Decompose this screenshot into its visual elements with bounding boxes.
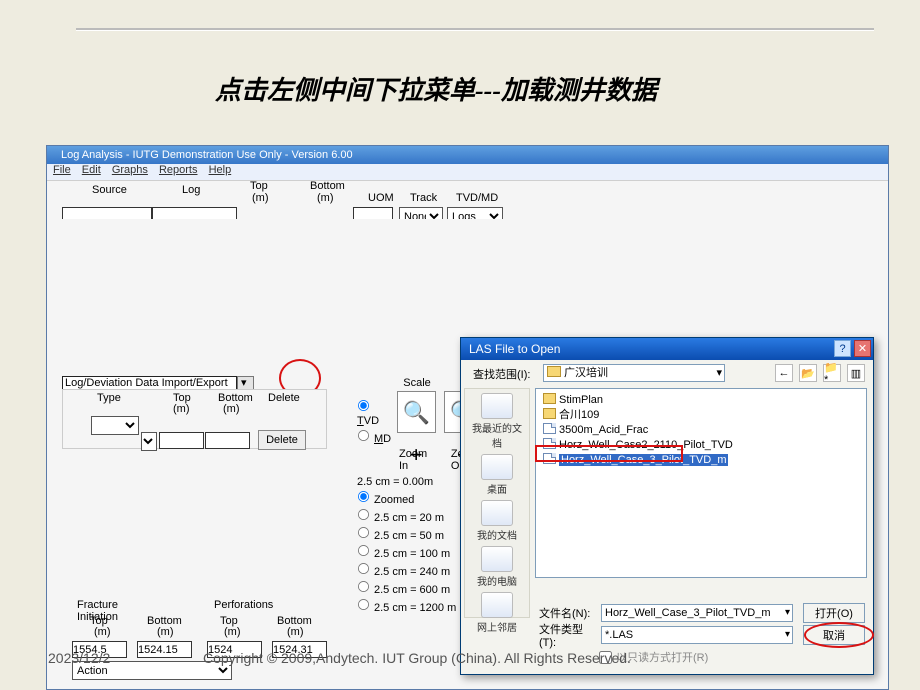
dialog-nav-icons: ← 📂 📁* ▥ (775, 364, 865, 382)
window-titlebar: Log Analysis - IUTG Demonstration Use On… (47, 146, 888, 164)
file-item[interactable]: 3500m_Acid_Frac (540, 423, 862, 438)
dialog-help-icon[interactable]: ? (834, 340, 851, 357)
scale-tvd[interactable]: TVD (357, 399, 393, 427)
filetype-label: 文件类型(T): (539, 621, 597, 649)
type-select-2[interactable] (141, 432, 157, 451)
col-tvdmd: TVD/MD (456, 192, 498, 204)
place-mycomp[interactable]: 我的电脑 (468, 546, 526, 588)
folder-icon (543, 393, 556, 404)
nav-up-icon[interactable]: 📂 (799, 364, 817, 382)
col-bottom: Bottom (310, 180, 345, 192)
folder-icon (547, 366, 561, 377)
look-in-select[interactable]: 广汉培训▾ (543, 364, 725, 382)
file-icon (543, 423, 556, 434)
file-list[interactable]: StimPlan 合川109 3500m_Acid_Frac Horz_Well… (535, 388, 867, 578)
col-source: Source (92, 184, 127, 196)
frac-v2[interactable] (137, 641, 192, 658)
col-log: Log (182, 184, 200, 196)
lcol-type: Type (97, 392, 121, 404)
perf-bottom-m: (m) (287, 626, 304, 638)
lower-bottom-input[interactable] (205, 432, 250, 449)
frac-top-m: (m) (94, 626, 111, 638)
col-top-m: (m) (252, 192, 269, 204)
highlight-open-button (804, 622, 874, 648)
menu-edit[interactable]: Edit (82, 164, 101, 176)
place-mydocs[interactable]: 我的文档 (468, 500, 526, 542)
nav-view-icon[interactable]: ▥ (847, 364, 865, 382)
menu-help[interactable]: Help (209, 164, 232, 176)
col-uom: UOM (368, 192, 394, 204)
lower-panel: Type Top (m) Bottom (m) Delete Delete (62, 389, 327, 449)
file-item[interactable]: StimPlan (540, 393, 862, 408)
place-recent[interactable]: 我最近的文档 (468, 393, 526, 450)
col-top: Top (250, 180, 268, 192)
look-in-label: 查找范围(I): (473, 366, 530, 382)
frac-bottom-m: (m) (157, 626, 174, 638)
zoom-in-label: Zoom In (399, 448, 429, 472)
dialog-title: LAS File to Open ? ✕ (461, 338, 873, 360)
places-bar: 我最近的文档 桌面 我的文档 我的电脑 网上邻居 (464, 388, 530, 618)
nav-back-icon[interactable]: ← (775, 364, 793, 382)
type-select[interactable] (91, 416, 139, 435)
col-track: Track (410, 192, 437, 204)
lcol-delete: Delete (268, 392, 300, 404)
file-open-dialog: LAS File to Open ? ✕ 查找范围(I): 广汉培训▾ ← 📂 … (460, 337, 874, 675)
zoom-in-button[interactable]: 🔍+ (397, 391, 436, 433)
menu-graphs[interactable]: Graphs (112, 164, 148, 176)
col-bottom-m: (m) (317, 192, 334, 204)
place-desktop[interactable]: 桌面 (468, 454, 526, 496)
place-network[interactable]: 网上邻居 (468, 592, 526, 634)
lower-top-input[interactable] (159, 432, 204, 449)
folder-icon (543, 408, 556, 419)
lcol-top-m: (m) (173, 403, 190, 415)
slide-instruction: 点击左侧中间下拉菜单---加载测井数据 (215, 70, 657, 107)
perf-label: Perforations (214, 599, 273, 611)
open-button[interactable]: 打开(O) (803, 603, 865, 623)
perf-top-m: (m) (224, 626, 241, 638)
delete-button[interactable]: Delete (258, 430, 306, 450)
file-item[interactable]: 合川109 (540, 408, 862, 423)
nav-newfolder-icon[interactable]: 📁* (823, 364, 841, 382)
lcol-bottom-m: (m) (223, 403, 240, 415)
filename-label: 文件名(N): (539, 605, 597, 621)
menubar: File Edit Graphs Reports Help (47, 164, 888, 181)
timestamp: 2023/12/2 (48, 650, 110, 666)
filetype-combo[interactable]: *.LAS (601, 626, 793, 644)
filename-combo[interactable]: Horz_Well_Case_3_Pilot_TVD_m (601, 604, 793, 622)
scale-md[interactable]: MD (357, 429, 393, 445)
highlight-selected-file (535, 445, 683, 462)
slide-divider (76, 28, 874, 30)
menu-file[interactable]: File (53, 164, 71, 176)
dialog-close-icon[interactable]: ✕ (854, 340, 871, 357)
menu-reports[interactable]: Reports (159, 164, 198, 176)
copyright: Copyright © 2009,Andytech. IUT Group (Ch… (203, 650, 631, 666)
